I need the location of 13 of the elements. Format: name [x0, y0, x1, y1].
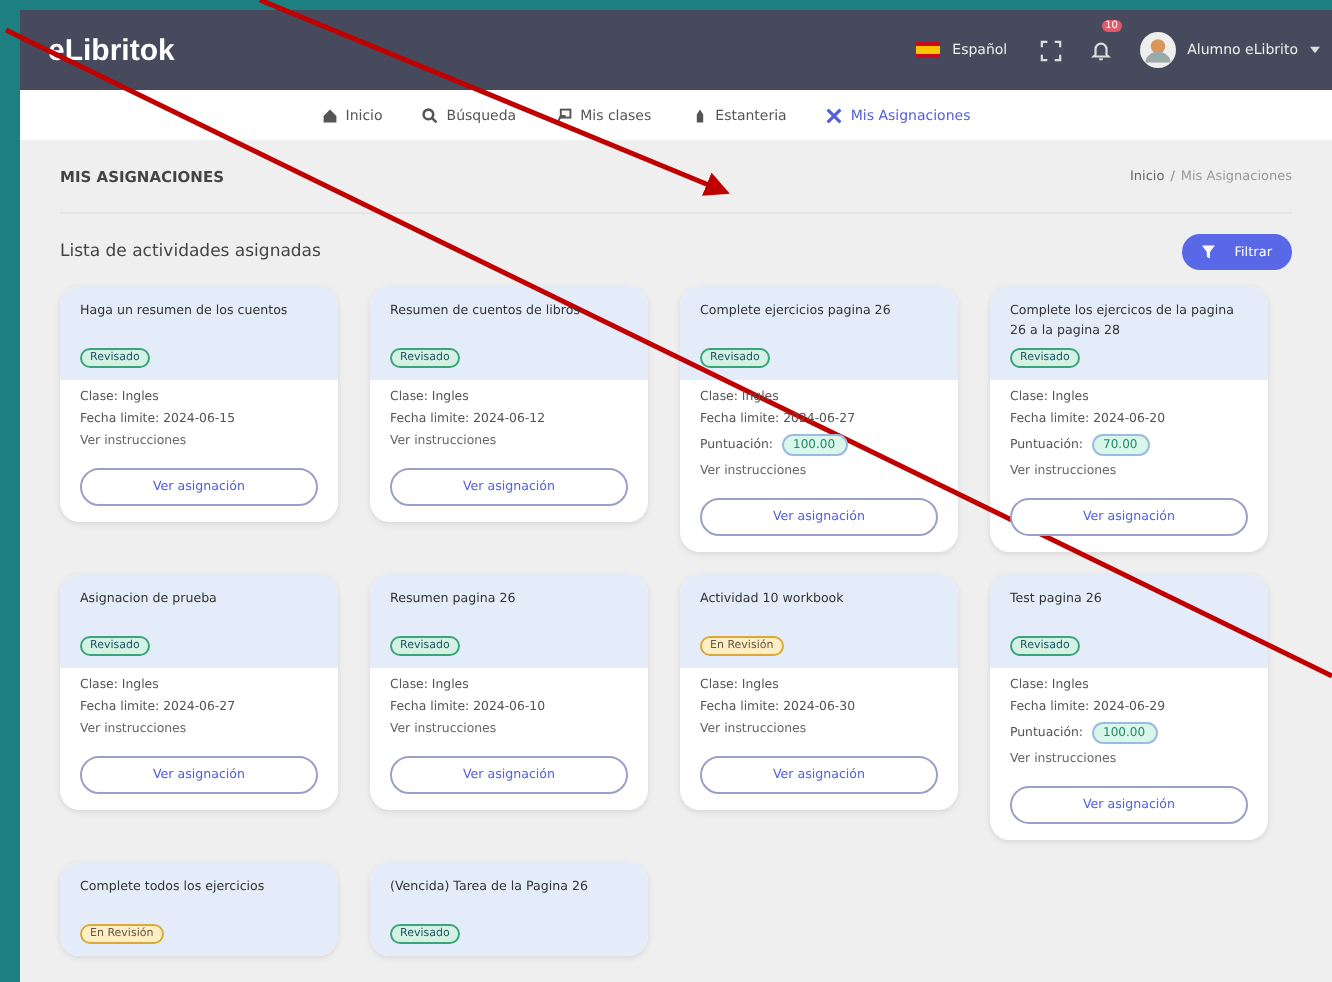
- filter-icon: [1202, 244, 1219, 260]
- home-icon: [321, 107, 338, 123]
- screen-icon: [556, 107, 573, 123]
- section-title: Lista de actividades asignadas: [60, 242, 321, 262]
- logo[interactable]: eLibritok: [48, 33, 175, 67]
- bell-icon[interactable]: [1089, 39, 1112, 61]
- fullscreen-icon[interactable]: [1039, 39, 1062, 61]
- tools-icon: [826, 107, 843, 123]
- caret-icon[interactable]: [1310, 46, 1320, 54]
- search-icon: [422, 107, 439, 123]
- avatar-icon: [1139, 32, 1176, 68]
- book-icon: [691, 107, 708, 123]
- flag-icon: [916, 42, 941, 58]
